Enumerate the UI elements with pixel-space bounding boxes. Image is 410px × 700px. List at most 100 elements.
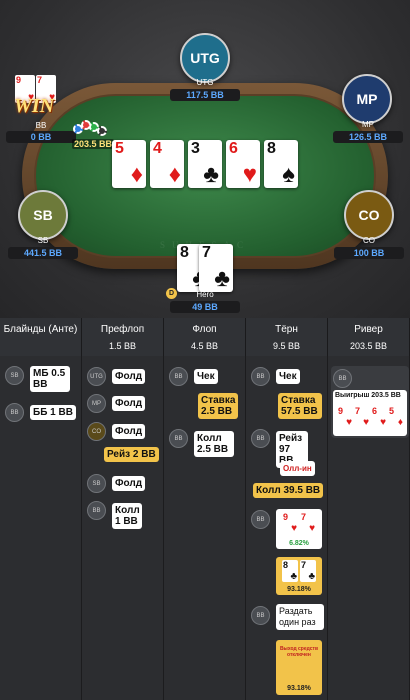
card-rank: 8 <box>180 244 189 261</box>
header-title: Ривер <box>354 324 383 335</box>
card-suit: ♥ <box>363 417 369 428</box>
win-card-4: 5 ♦ <box>388 406 404 428</box>
bb-equity-pct: 6.82% <box>289 540 309 547</box>
action-hero-bet-turn: Ставка 57.5 BB <box>278 393 322 419</box>
header-turn: Тёрн 9.5 BB <box>246 318 328 356</box>
card-rank: 7 <box>37 75 43 85</box>
card-suit: ♣ <box>214 265 230 292</box>
header-title: Префлоп <box>100 324 145 335</box>
player-avatar-co[interactable]: CO <box>344 190 394 240</box>
pos-badge-bb-flop: BB <box>169 367 188 386</box>
action-utg-fold: Фолд <box>112 369 146 384</box>
card-rank: 7 <box>355 406 361 416</box>
card-rank: 7 <box>301 560 307 570</box>
hero-equity-box: 8 ♣ 7 ♣ 93.18% <box>276 557 322 595</box>
pos-badge-mp: MP <box>87 394 106 413</box>
pos-badge-bb2: BB <box>87 501 106 520</box>
action-co-fold: Фолд <box>112 424 146 439</box>
river-win-panel: Выигрыш 203.5 BB 9 ♥ 7 ♥ 6 ♥ 5 ♦ <box>333 390 407 436</box>
card-rank: 6 <box>372 406 378 416</box>
pos-badge-utg: UTG <box>87 367 106 386</box>
allin-label: Олл-ин <box>280 461 315 476</box>
win-card-3: 6 ♥ <box>371 406 387 428</box>
board-card-4: 6 ♥ <box>226 140 260 188</box>
card-suit: ♠ <box>282 161 295 188</box>
header-title: Тёрн <box>275 324 298 335</box>
player-name-mp: MP <box>362 120 374 129</box>
card-rank: 6 <box>229 140 238 157</box>
action-sb-blind: МБ 0.5 BB <box>30 366 70 392</box>
pos-badge-bb-flop2: BB <box>169 429 188 448</box>
card-rank: 9 <box>338 406 344 416</box>
poker-table-area: SUHESAC UTG UTG 117.5 BB MP MP 126.5 BB … <box>0 0 410 318</box>
action-hero-bet-flop: Ставка 2.5 BB <box>198 393 238 419</box>
card-suit: ♥ <box>242 161 257 188</box>
eq-card-8c: 8 ♣ <box>282 560 298 582</box>
action-sb-fold: Фолд <box>112 476 146 491</box>
card-rank: 4 <box>153 140 162 157</box>
bb-equity-box: 9 ♥ 7 ♥ 6.82% <box>276 509 322 549</box>
hero-cashout-box: Выход средств отключен 93.18% <box>276 640 322 695</box>
header-blinds: Блайнды (Анте) <box>0 318 82 356</box>
player-name-co: CO <box>363 236 375 245</box>
pos-badge-bb-turn: BB <box>251 367 270 386</box>
header-value: 9.5 BB <box>272 341 301 351</box>
pos-badge-bb-turn3: BB <box>251 510 270 529</box>
action-bb-check-flop: Чек <box>194 369 218 384</box>
action-mp-fold: Фолд <box>112 396 146 411</box>
header-preflop: Префлоп 1.5 BB <box>82 318 164 356</box>
board-card-2: 4 ♦ <box>150 140 184 188</box>
pos-badge-sb: SB <box>5 366 24 385</box>
player-avatar-mp[interactable]: MP <box>342 74 392 124</box>
card-rank: 5 <box>389 406 395 416</box>
action-hero-call-turn: Колл 39.5 BB <box>253 483 324 498</box>
action-hero-raise: Рейз 2 BB <box>104 447 159 462</box>
hero-equity-pct: 93.18% <box>287 586 311 593</box>
pos-badge-bb-turn4: BB <box>251 606 270 625</box>
board-card-1: 5 ♦ <box>112 140 146 188</box>
win-card-1: 9 ♥ <box>337 406 353 428</box>
player-stack-utg: 117.5 BB <box>170 89 240 101</box>
board-card-3: 3 ♣ <box>188 140 222 188</box>
player-name-utg: UTG <box>196 78 214 87</box>
card-suit: ♦ <box>130 161 143 188</box>
card-rank: 8 <box>283 560 289 570</box>
player-name-sb: SB <box>37 236 49 245</box>
card-rank: 9 <box>16 75 22 85</box>
header-river: Ривер 203.5 BB <box>328 318 410 356</box>
card-suit: ♣ <box>203 161 219 188</box>
card-rank: 5 <box>115 140 124 157</box>
header-value: 4.5 BB <box>190 341 219 351</box>
action-bb-run-once: Раздать один раз <box>276 604 324 630</box>
pot-chips-icon <box>71 118 111 138</box>
player-avatar-utg[interactable]: UTG <box>180 33 230 83</box>
board-card-5: 8 ♠ <box>264 140 298 188</box>
card-suit: ♣ <box>290 571 297 582</box>
hero-card-2: 7 ♣ <box>199 244 233 292</box>
eq-card-7c: 7 ♣ <box>300 560 316 582</box>
header-value: 1.5 BB <box>108 341 137 351</box>
card-suit: ♥ <box>309 523 315 534</box>
card-rank: 9 <box>283 512 289 522</box>
player-stack-mp: 126.5 BB <box>333 131 403 143</box>
pos-badge-bb: BB <box>5 403 24 422</box>
action-bb-blind: ББ 1 BB <box>30 405 76 420</box>
card-suit: ♥ <box>380 417 386 428</box>
card-suit: ♥ <box>291 523 297 534</box>
header-flop: Флоп 4.5 BB <box>164 318 246 356</box>
cashout-disabled-label: Выход средств отключен <box>279 646 319 658</box>
card-suit: ♣ <box>308 571 315 582</box>
card-rank: 7 <box>301 512 307 522</box>
action-bb-call: Колл 1 BB <box>112 503 142 529</box>
pos-badge-bb-river: BB <box>333 369 352 388</box>
pos-badge-bb-turn2: BB <box>251 429 270 448</box>
card-rank: 3 <box>191 140 200 157</box>
river-result-box: BB Выигрыш 203.5 BB 9 ♥ 7 ♥ 6 ♥ 5 ♦ <box>331 366 409 438</box>
player-avatar-sb[interactable]: SB <box>18 190 68 240</box>
eq-card-7h: 7 ♥ <box>300 512 316 534</box>
card-suit: ♥ <box>346 417 352 428</box>
card-suit: ♦ <box>397 417 403 428</box>
river-win-text: Выигрыш 203.5 BB <box>335 392 401 399</box>
card-rank: 8 <box>267 140 276 157</box>
pos-badge-co: CO <box>87 422 106 441</box>
